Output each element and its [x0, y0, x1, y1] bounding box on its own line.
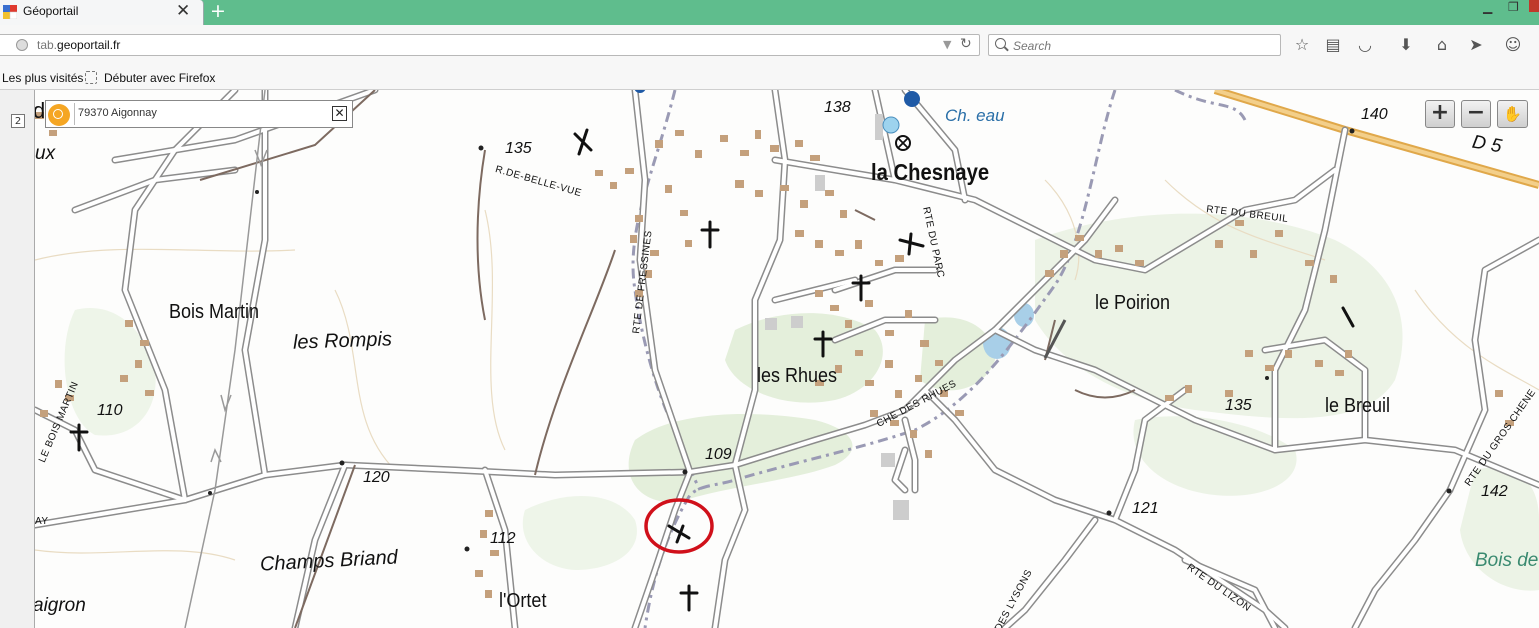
close-icon[interactable]: ✕ — [332, 106, 347, 121]
geolocate-icon[interactable] — [48, 104, 70, 126]
search-box[interactable]: Search — [988, 34, 1281, 56]
pan-hand-icon[interactable]: ✋ — [1497, 100, 1528, 128]
label-le-poirion: le Poirion — [1095, 292, 1171, 314]
home-icon[interactable]: ⌂ — [1432, 35, 1452, 55]
label-bois-de: Bois de — [1475, 550, 1539, 571]
search-icon — [995, 38, 1006, 49]
url-domain: geoportail.fr — [57, 38, 121, 52]
new-tab-button[interactable]: + — [210, 0, 226, 22]
altitude-label: 135 — [505, 140, 532, 157]
label-la-chesnaye: la Chesnaye — [871, 159, 990, 185]
location-search-box[interactable]: 79370 Aigonnay ✕ — [45, 100, 353, 128]
page-indicator[interactable]: 2 — [11, 114, 25, 128]
bookmark-getting-started[interactable]: Débuter avec Firefox — [104, 71, 215, 85]
url-bar[interactable]: tab.geoportail.fr ▼ ↻ — [0, 34, 980, 56]
close-window-icon[interactable] — [1529, 0, 1539, 12]
altitude-label: 109 — [705, 446, 732, 463]
location-search-input[interactable]: 79370 Aigonnay — [78, 107, 157, 119]
altitude-label: 142 — [1481, 483, 1508, 500]
search-placeholder: Search — [1013, 39, 1052, 53]
zoom-out-button[interactable]: − — [1461, 100, 1491, 128]
reload-icon[interactable]: ↻ — [960, 36, 972, 52]
bookmark-most-visited[interactable]: Les plus visités — [2, 71, 83, 85]
url-dropdown-icon[interactable]: ▼ — [943, 38, 951, 51]
label-les-rhues: les Rhues — [757, 365, 838, 387]
navigation-bar: tab.geoportail.fr ▼ ↻ Search ☆ ▤ ◡ ⬇ ⌂ ➤… — [0, 25, 1539, 67]
page-icon — [85, 71, 97, 84]
altitude-label: 120 — [363, 469, 390, 486]
tab-strip: Géoportail ✕ + ▁ ❐ — [0, 0, 1539, 25]
map-canvas[interactable]: la Chesnaye Bois Martin les Rompis le Po… — [35, 90, 1539, 628]
label-bois-martin: Bois Martin — [169, 301, 260, 323]
altitude-label: 140 — [1361, 106, 1388, 123]
altitude-label: 112 — [490, 530, 516, 547]
pocket-icon[interactable]: ◡ — [1355, 35, 1375, 55]
left-panel: 2 — [0, 90, 35, 628]
label-ch-eau: Ch. eau — [945, 106, 1005, 125]
altitude-label: 135 — [1225, 397, 1252, 414]
tab-geoportail[interactable]: Géoportail ✕ — [0, 0, 204, 25]
label-partial-aigron: aigron — [35, 595, 86, 616]
altitude-label: 121 — [1132, 500, 1159, 517]
zoom-in-button[interactable]: + — [1425, 100, 1455, 128]
url-subdomain: tab. — [37, 38, 58, 52]
label-lortet: l'Ortet — [499, 590, 547, 612]
tab-close-icon[interactable]: ✕ — [176, 1, 190, 21]
geoportail-favicon-icon — [3, 5, 17, 19]
altitude-label: 138 — [824, 99, 851, 116]
bookmark-star-icon[interactable]: ☆ — [1292, 35, 1312, 55]
tab-title: Géoportail — [23, 4, 79, 18]
altitude-label: 110 — [97, 402, 123, 419]
label-le-breuil: le Breuil — [1325, 395, 1391, 417]
label-les-rompis: les Rompis — [292, 328, 393, 354]
url-text: tab.geoportail.fr — [37, 38, 120, 52]
globe-icon — [16, 39, 28, 51]
download-icon[interactable]: ⬇ — [1396, 35, 1416, 55]
map-graphics — [35, 90, 1539, 628]
road-label: AY — [35, 516, 49, 527]
chat-icon[interactable]: ☺ — [1503, 35, 1523, 55]
label-partial-d: d — [35, 98, 46, 123]
minimize-icon[interactable]: ▁ — [1483, 0, 1492, 14]
divider — [74, 103, 75, 125]
reading-list-icon[interactable]: ▤ — [1323, 35, 1343, 55]
send-icon[interactable]: ➤ — [1466, 35, 1486, 55]
bookmarks-bar: Les plus visités Débuter avec Firefox — [0, 67, 1539, 90]
label-partial-ux: ux — [35, 143, 56, 164]
restore-icon[interactable]: ❐ — [1508, 0, 1519, 14]
